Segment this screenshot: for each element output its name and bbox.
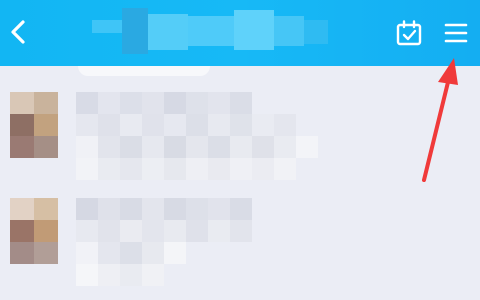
- chat-list: [0, 66, 480, 300]
- chat-message-preview: [76, 92, 328, 184]
- annotation-arrow: [422, 58, 458, 182]
- chat-message-preview: [76, 198, 328, 290]
- hamburger-menu-icon: [444, 23, 468, 43]
- chat-list-item[interactable]: [0, 92, 480, 192]
- chat-list-item[interactable]: [0, 198, 480, 298]
- back-button[interactable]: [4, 14, 32, 50]
- page-title: [92, 8, 328, 54]
- search-bar-edge: [78, 66, 210, 76]
- calendar-button[interactable]: [394, 18, 424, 48]
- menu-button[interactable]: [440, 18, 472, 48]
- top-navigation-bar: [0, 0, 480, 66]
- calendar-check-icon: [396, 20, 422, 46]
- chevron-left-icon: [11, 20, 25, 44]
- avatar: [10, 198, 58, 264]
- avatar: [10, 92, 58, 158]
